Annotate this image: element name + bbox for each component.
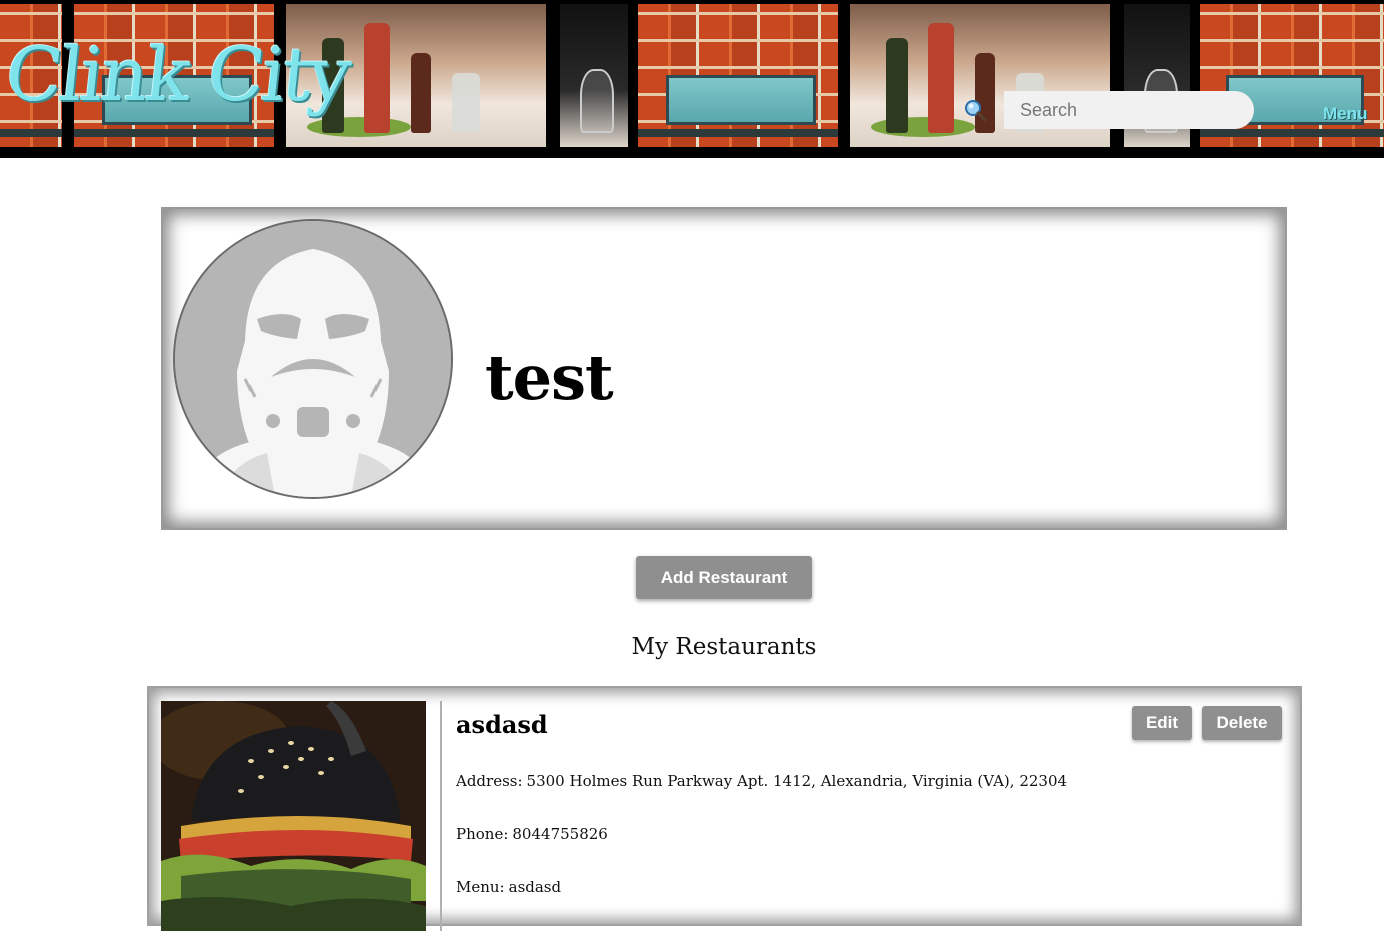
restaurant-phone: Phone: 8044755826 bbox=[456, 825, 608, 843]
site-logo[interactable]: Clink City bbox=[1, 32, 352, 118]
card-divider bbox=[440, 701, 442, 931]
menu-label: Menu: bbox=[456, 878, 505, 896]
header-banner: Clink City Menu bbox=[0, 0, 1384, 158]
phone-value: 8044755826 bbox=[512, 825, 608, 843]
menu-link[interactable]: Menu bbox=[1323, 104, 1367, 124]
phone-label: Phone: bbox=[456, 825, 509, 843]
profile-card: test bbox=[161, 207, 1287, 530]
address-value: 5300 Holmes Run Parkway Apt. 1412, Alexa… bbox=[526, 772, 1068, 790]
section-title-my-restaurants: My Restaurants bbox=[631, 634, 817, 660]
restaurant-photo bbox=[161, 701, 426, 931]
search-input[interactable] bbox=[1004, 91, 1254, 129]
banner-photo bbox=[560, 4, 628, 147]
stormtrooper-avatar-icon bbox=[173, 219, 453, 499]
restaurant-menu: Menu: asdasd bbox=[456, 878, 561, 896]
edit-button[interactable]: Edit bbox=[1132, 706, 1192, 740]
restaurant-address: Address: 5300 Holmes Run Parkway Apt. 141… bbox=[456, 772, 1067, 790]
add-restaurant-button[interactable]: Add Restaurant bbox=[636, 556, 812, 599]
menu-value: asdasd bbox=[508, 878, 562, 896]
search-icon[interactable] bbox=[964, 99, 987, 122]
banner-photo bbox=[638, 4, 838, 147]
restaurant-card: asdasd Address: 5300 Holmes Run Parkway A… bbox=[147, 686, 1302, 931]
delete-button[interactable]: Delete bbox=[1202, 706, 1282, 740]
profile-username: test bbox=[485, 341, 614, 414]
address-label: Address: bbox=[456, 772, 523, 790]
restaurant-name: asdasd bbox=[456, 710, 548, 739]
